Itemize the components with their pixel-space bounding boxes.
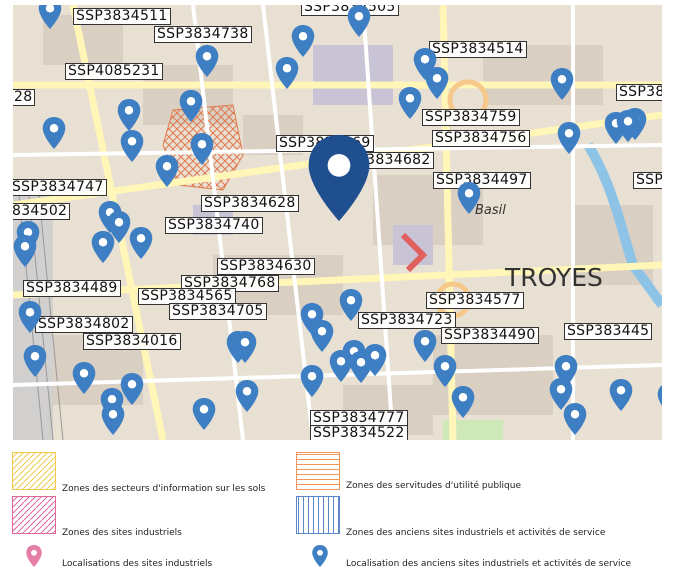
site-pin-icon[interactable]	[91, 231, 115, 263]
site-label: SSP3834759	[422, 109, 520, 126]
yellow-hatch-swatch	[12, 452, 56, 490]
site-pin-icon[interactable]	[192, 398, 216, 430]
blue-pin-icon	[312, 545, 328, 567]
site-label: SSP38	[616, 84, 662, 101]
site-label: SSP3834705	[169, 303, 267, 320]
site-pin-icon[interactable]	[275, 57, 299, 89]
site-label: SSP3834738	[154, 26, 252, 43]
site-pin-icon[interactable]	[42, 117, 66, 149]
site-pin-icon[interactable]	[195, 45, 219, 77]
site-pin-icon[interactable]	[457, 182, 481, 214]
site-label: 28	[13, 89, 36, 106]
site-label: SSP3834747	[13, 179, 107, 196]
site-pin-icon[interactable]	[38, 5, 62, 29]
site-pin-icon[interactable]	[347, 5, 371, 37]
site-pin-icon[interactable]	[451, 386, 475, 418]
site-pin-icon[interactable]	[563, 403, 587, 435]
site-pin-icon[interactable]	[398, 87, 422, 119]
site-pin-icon[interactable]	[117, 99, 141, 131]
site-pin-icon[interactable]	[155, 155, 179, 187]
site-pin-icon[interactable]	[179, 90, 203, 122]
site-pin-icon[interactable]	[609, 379, 633, 411]
site-label: SSP3834511	[73, 8, 171, 25]
site-pin-icon[interactable]	[363, 344, 387, 376]
legend-label: Localisations des sites industriels	[62, 559, 213, 569]
site-label: 834502	[13, 203, 71, 220]
site-label: SSP	[633, 172, 662, 189]
legend-label: Zones des sites industriels	[62, 528, 182, 538]
legend-label: Zones des servitudes d'utilité publique	[346, 481, 521, 491]
site-label: SSP3834522	[310, 425, 408, 440]
site-label: SSP3834489	[23, 280, 121, 297]
site-label: SSP383445	[564, 323, 653, 340]
site-pin-icon[interactable]	[425, 67, 449, 99]
site-pin-icon[interactable]	[235, 380, 259, 412]
selected-site-pin-icon[interactable]	[308, 135, 370, 221]
site-pin-icon[interactable]	[433, 355, 457, 387]
blue-vertical-swatch	[296, 496, 340, 534]
pink-hatch-swatch	[12, 496, 56, 534]
site-label: SSP3834756	[432, 130, 530, 147]
site-pin-icon[interactable]	[291, 25, 315, 57]
site-pin-icon[interactable]	[190, 133, 214, 165]
site-label: SSP3834016	[83, 333, 181, 350]
legend-label: Zones des secteurs d'information sur les…	[62, 484, 266, 494]
site-pin-icon[interactable]	[101, 403, 125, 435]
site-pin-icon[interactable]	[616, 110, 640, 142]
site-pin-icon[interactable]	[129, 227, 153, 259]
site-pin-icon[interactable]	[72, 362, 96, 394]
city-name: TROYES	[505, 263, 603, 292]
legend-label: Localisation des anciens sites industrie…	[346, 559, 632, 569]
orange-lines-swatch	[296, 452, 340, 490]
site-pin-icon[interactable]	[329, 350, 353, 382]
site-pin-icon[interactable]	[300, 365, 324, 397]
site-label: SSP3834802	[35, 316, 133, 333]
legend-label: Zones des anciens sites industriels et a…	[346, 528, 606, 538]
pink-pin-icon	[26, 545, 42, 567]
site-label: SSP3834740	[165, 217, 263, 234]
site-pin-icon[interactable]	[557, 122, 581, 154]
site-label: SSP3834577	[426, 292, 524, 309]
site-pin-icon[interactable]	[657, 383, 662, 415]
site-pin-icon[interactable]	[310, 320, 334, 352]
map-view[interactable]: SSP3834511 SSP3834505 SSP3834738 SSP3834…	[13, 5, 662, 440]
site-pin-icon[interactable]	[13, 235, 37, 267]
site-pin-icon[interactable]	[18, 301, 42, 333]
site-pin-icon[interactable]	[233, 331, 257, 363]
site-pin-icon[interactable]	[120, 130, 144, 162]
site-pin-icon[interactable]	[339, 289, 363, 321]
site-pin-icon[interactable]	[23, 345, 47, 377]
site-label: SSP3834490	[441, 327, 539, 344]
site-label: SSP4085231	[65, 63, 163, 80]
site-label: SSP3834628	[201, 195, 299, 212]
site-label: SSP3834497	[433, 172, 531, 189]
site-label: SSP3834514	[429, 41, 527, 58]
site-label: SSP3834630	[217, 258, 315, 275]
site-pin-icon[interactable]	[550, 68, 574, 100]
